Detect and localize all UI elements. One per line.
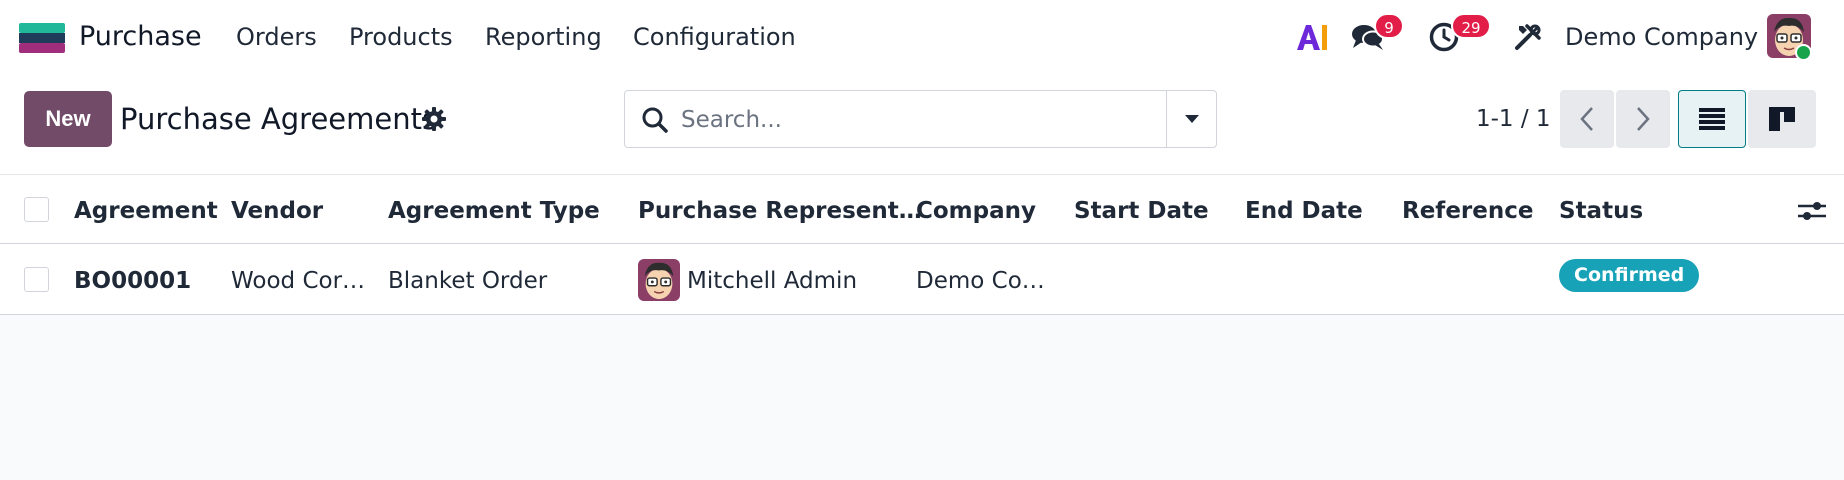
app-logo-icon[interactable] [19, 23, 65, 53]
select-all-checkbox[interactable] [24, 197, 49, 222]
kanban-view-icon [1769, 107, 1795, 131]
pager-next-button[interactable] [1616, 90, 1670, 148]
kanban-view-button[interactable] [1748, 90, 1816, 148]
row-checkbox[interactable] [24, 267, 49, 292]
column-settings-icon[interactable] [1796, 197, 1828, 225]
pager-value[interactable]: 1-1 / 1 [1476, 102, 1551, 136]
column-header-vendor[interactable]: Vendor [231, 195, 323, 227]
company-switcher[interactable]: Demo Company [1565, 20, 1758, 54]
column-header-agreement[interactable]: Agreement [74, 195, 218, 227]
chevron-left-icon [1580, 107, 1593, 131]
table-header: Agreement Vendor Agreement Type Purchase… [0, 175, 1844, 244]
list-view-button[interactable] [1678, 90, 1746, 148]
menu-item-products[interactable]: Products [349, 20, 453, 54]
messages-badge: 9 [1374, 13, 1404, 39]
avatar-face-icon [638, 259, 680, 301]
online-status-indicator [1795, 44, 1812, 61]
cell-agreement: BO00001 [74, 268, 192, 294]
search-icon [642, 107, 668, 133]
page-title[interactable]: Purchase Agreements [120, 99, 437, 139]
new-button[interactable]: New [24, 91, 112, 147]
pager-previous-button[interactable] [1560, 90, 1614, 148]
search-input[interactable] [681, 101, 1181, 139]
search-box [624, 90, 1217, 148]
column-header-company[interactable]: Company [916, 195, 1036, 227]
cell-company: Demo Co… [916, 268, 1045, 294]
column-header-purchase-representative[interactable]: Purchase Represent… [638, 195, 922, 227]
menu-item-reporting[interactable]: Reporting [485, 20, 602, 54]
column-header-end-date[interactable]: End Date [1245, 195, 1363, 227]
ai-icon[interactable] [1295, 22, 1329, 52]
chevron-right-icon [1637, 107, 1650, 131]
tools-icon [1515, 24, 1541, 50]
menu-item-orders[interactable]: Orders [236, 20, 317, 54]
column-header-start-date[interactable]: Start Date [1074, 195, 1209, 227]
status-badge: Confirmed [1559, 259, 1700, 292]
caret-down-icon [1185, 115, 1199, 123]
column-header-agreement-type[interactable]: Agreement Type [388, 195, 600, 227]
cell-representative: Mitchell Admin [687, 268, 858, 294]
gear-icon[interactable] [421, 106, 447, 132]
table-row[interactable]: BO00001 Wood Cor… Blanket Order Mitchell… [0, 244, 1844, 315]
cell-agreement-type: Blanket Order [388, 268, 548, 294]
column-header-status[interactable]: Status [1559, 195, 1643, 227]
representative-avatar[interactable] [638, 259, 680, 301]
top-navbar: Purchase Orders Products Reporting Confi… [0, 0, 1844, 74]
search-options-toggle[interactable] [1166, 91, 1217, 147]
settings-tools-button[interactable] [1510, 20, 1546, 54]
cell-vendor: Wood Cor… [231, 268, 366, 294]
menu-item-configuration[interactable]: Configuration [633, 20, 796, 54]
list-view-icon [1699, 108, 1725, 130]
activities-badge: 29 [1451, 13, 1491, 39]
app-name[interactable]: Purchase [79, 18, 202, 56]
control-panel: New Purchase Agreements 1-1 / 1 [0, 74, 1844, 175]
column-header-reference[interactable]: Reference [1402, 195, 1533, 227]
